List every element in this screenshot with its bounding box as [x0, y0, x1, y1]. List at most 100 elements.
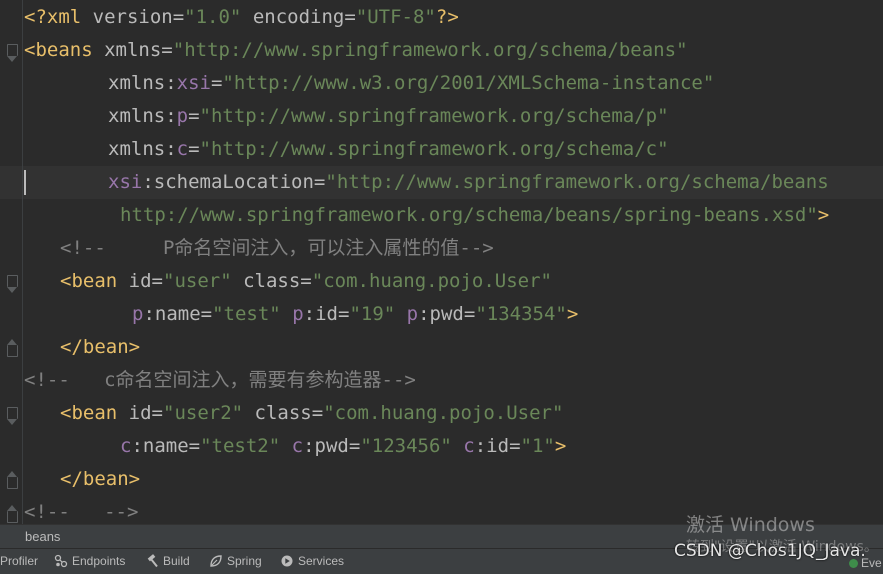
- namespace-prefix: p: [132, 303, 144, 325]
- namespace-prefix: xsi: [108, 171, 143, 193]
- attr-value: "http://www.w3.org/2001/XMLSchema-instan…: [222, 72, 715, 94]
- gutter-divider: [22, 0, 23, 524]
- namespace-prefix: c: [291, 435, 304, 457]
- tool-window-endpoints[interactable]: Endpoints: [54, 549, 125, 574]
- equals: =: [300, 270, 312, 292]
- equals: =: [348, 435, 361, 457]
- attr-value: "http://www.springframework.org/schema/b…: [325, 171, 829, 193]
- code-line-11[interactable]: </bean>: [60, 331, 140, 364]
- equals: =: [161, 39, 173, 61]
- tool-window-label: Services: [298, 554, 345, 568]
- equals: =: [188, 105, 200, 127]
- attr-name: version: [92, 6, 173, 28]
- attr-value: "http://www.springframework.org/schema/c…: [199, 138, 669, 160]
- code-editor[interactable]: <?xml version="1.0" encoding="UTF-8"?> <…: [0, 0, 883, 524]
- code-line-16[interactable]: <!-- -->: [24, 496, 138, 524]
- equals: =: [188, 435, 201, 457]
- namespace-prefix: c: [463, 435, 475, 457]
- namespace-prefix: xsi: [176, 72, 211, 94]
- code-line-8[interactable]: <!-- P命名空间注入，可以注入属性的值-->: [60, 232, 494, 265]
- tag-name: <bean: [60, 270, 118, 292]
- code-line-10[interactable]: p:name="test" p:id="19" p:pwd="134354">: [132, 298, 578, 331]
- namespace-prefix: p: [406, 303, 419, 325]
- attr-value: "user": [163, 270, 232, 292]
- attr-value: "UTF-8": [355, 6, 436, 28]
- tag-name: <beans: [24, 39, 93, 61]
- attr-name: :pwd: [303, 435, 349, 457]
- fold-open-icon[interactable]: [7, 407, 18, 425]
- text-caret: [24, 170, 26, 195]
- attr-name: :name: [143, 303, 201, 325]
- tag-name: <bean: [60, 402, 118, 424]
- fold-open-icon[interactable]: [7, 44, 18, 62]
- attr-name: class: [243, 270, 301, 292]
- equals: =: [313, 171, 326, 193]
- tool-window-services[interactable]: Services: [280, 549, 344, 574]
- attr-value: "test2": [200, 435, 281, 457]
- fold-open-icon[interactable]: [7, 275, 18, 293]
- code-line-13[interactable]: <bean id="user2" class="com.huang.pojo.U…: [60, 397, 563, 430]
- attr-name: class: [254, 402, 312, 424]
- code-line-12[interactable]: <!-- c命名空间注入，需要有参构造器-->: [24, 364, 416, 397]
- namespace-prefix: c: [176, 138, 189, 160]
- namespace-prefix: c: [120, 435, 132, 457]
- attr-name: xmlns:: [108, 138, 177, 160]
- code-line-4[interactable]: xmlns:p="http://www.springframework.org/…: [108, 100, 669, 133]
- equals: =: [311, 402, 324, 424]
- attr-value: "134354": [475, 303, 567, 325]
- tool-window-label: Build: [163, 554, 190, 568]
- closing-tag: </bean>: [60, 336, 141, 358]
- attr-name: :schemaLocation: [142, 171, 314, 193]
- tool-window-spring[interactable]: Spring: [209, 549, 262, 574]
- code-line-9[interactable]: <bean id="user" class="com.huang.pojo.Us…: [60, 265, 552, 298]
- attr-value: "http://www.springframework.org/schema/p…: [199, 105, 669, 127]
- code-line-14[interactable]: c:name="test2" c:pwd="123456" c:id="1">: [120, 430, 566, 463]
- breadcrumb-item[interactable]: beans: [25, 529, 60, 544]
- code-line-5[interactable]: xmlns:c="http://www.springframework.org/…: [108, 133, 669, 166]
- attr-name: xmlns:: [108, 72, 177, 94]
- attr-name: :name: [131, 435, 189, 457]
- code-line-3[interactable]: xmlns:xsi="http://www.w3.org/2001/XMLSch…: [108, 67, 714, 100]
- code-line-6[interactable]: xsi:schemaLocation="http://www.springfra…: [108, 166, 829, 199]
- attr-value: "user2": [163, 402, 244, 424]
- fold-close-icon[interactable]: [7, 339, 18, 357]
- equals: =: [463, 303, 476, 325]
- equals: =: [210, 72, 223, 94]
- xml-comment: <!-- P命名空间注入，可以注入属性的值-->: [60, 237, 494, 259]
- tool-window-label: Profiler: [0, 554, 39, 568]
- equals: =: [172, 6, 185, 28]
- closing-tag: </bean>: [60, 468, 141, 490]
- attr-name: :id: [303, 303, 338, 325]
- namespace-prefix: p: [176, 105, 189, 127]
- code-line-1[interactable]: <?xml version="1.0" encoding="UTF-8"?>: [24, 1, 459, 34]
- attr-name: :id: [474, 435, 510, 457]
- tag-close-bracket: >: [566, 303, 579, 325]
- endpoints-icon: [54, 554, 68, 568]
- attr-name: id: [128, 270, 152, 292]
- tag-close-bracket: >: [554, 435, 567, 457]
- namespace-prefix: p: [292, 303, 304, 325]
- code-line-15[interactable]: </bean>: [60, 463, 140, 496]
- code-line-2[interactable]: <beans xmlns="http://www.springframework…: [24, 34, 688, 67]
- fold-close-icon[interactable]: [7, 471, 18, 489]
- tool-window-build[interactable]: Build: [145, 549, 190, 574]
- services-icon: [281, 555, 293, 567]
- attr-name: xmlns: [104, 39, 162, 61]
- attr-name: id: [128, 402, 152, 424]
- attr-name: :pwd: [418, 303, 464, 325]
- xml-declaration-close: ?>: [435, 6, 459, 28]
- xml-comment: <!-- c命名空间注入，需要有参构造器-->: [24, 369, 416, 391]
- equals: =: [188, 138, 200, 160]
- activate-windows-title: 激活 Windows: [686, 514, 815, 536]
- tool-window-label: Endpoints: [72, 554, 126, 568]
- attr-value: "com.huang.pojo.User": [323, 402, 564, 424]
- attr-value: "http://www.springframework.org/schema/b…: [172, 39, 688, 61]
- attr-value: "1.0": [184, 6, 242, 28]
- equals: =: [151, 270, 163, 292]
- fold-close-icon[interactable]: [7, 505, 18, 523]
- code-line-7[interactable]: http://www.springframework.org/schema/be…: [120, 199, 829, 232]
- tool-window-profiler[interactable]: Profiler: [0, 549, 38, 574]
- tag-close-bracket: >: [817, 204, 830, 226]
